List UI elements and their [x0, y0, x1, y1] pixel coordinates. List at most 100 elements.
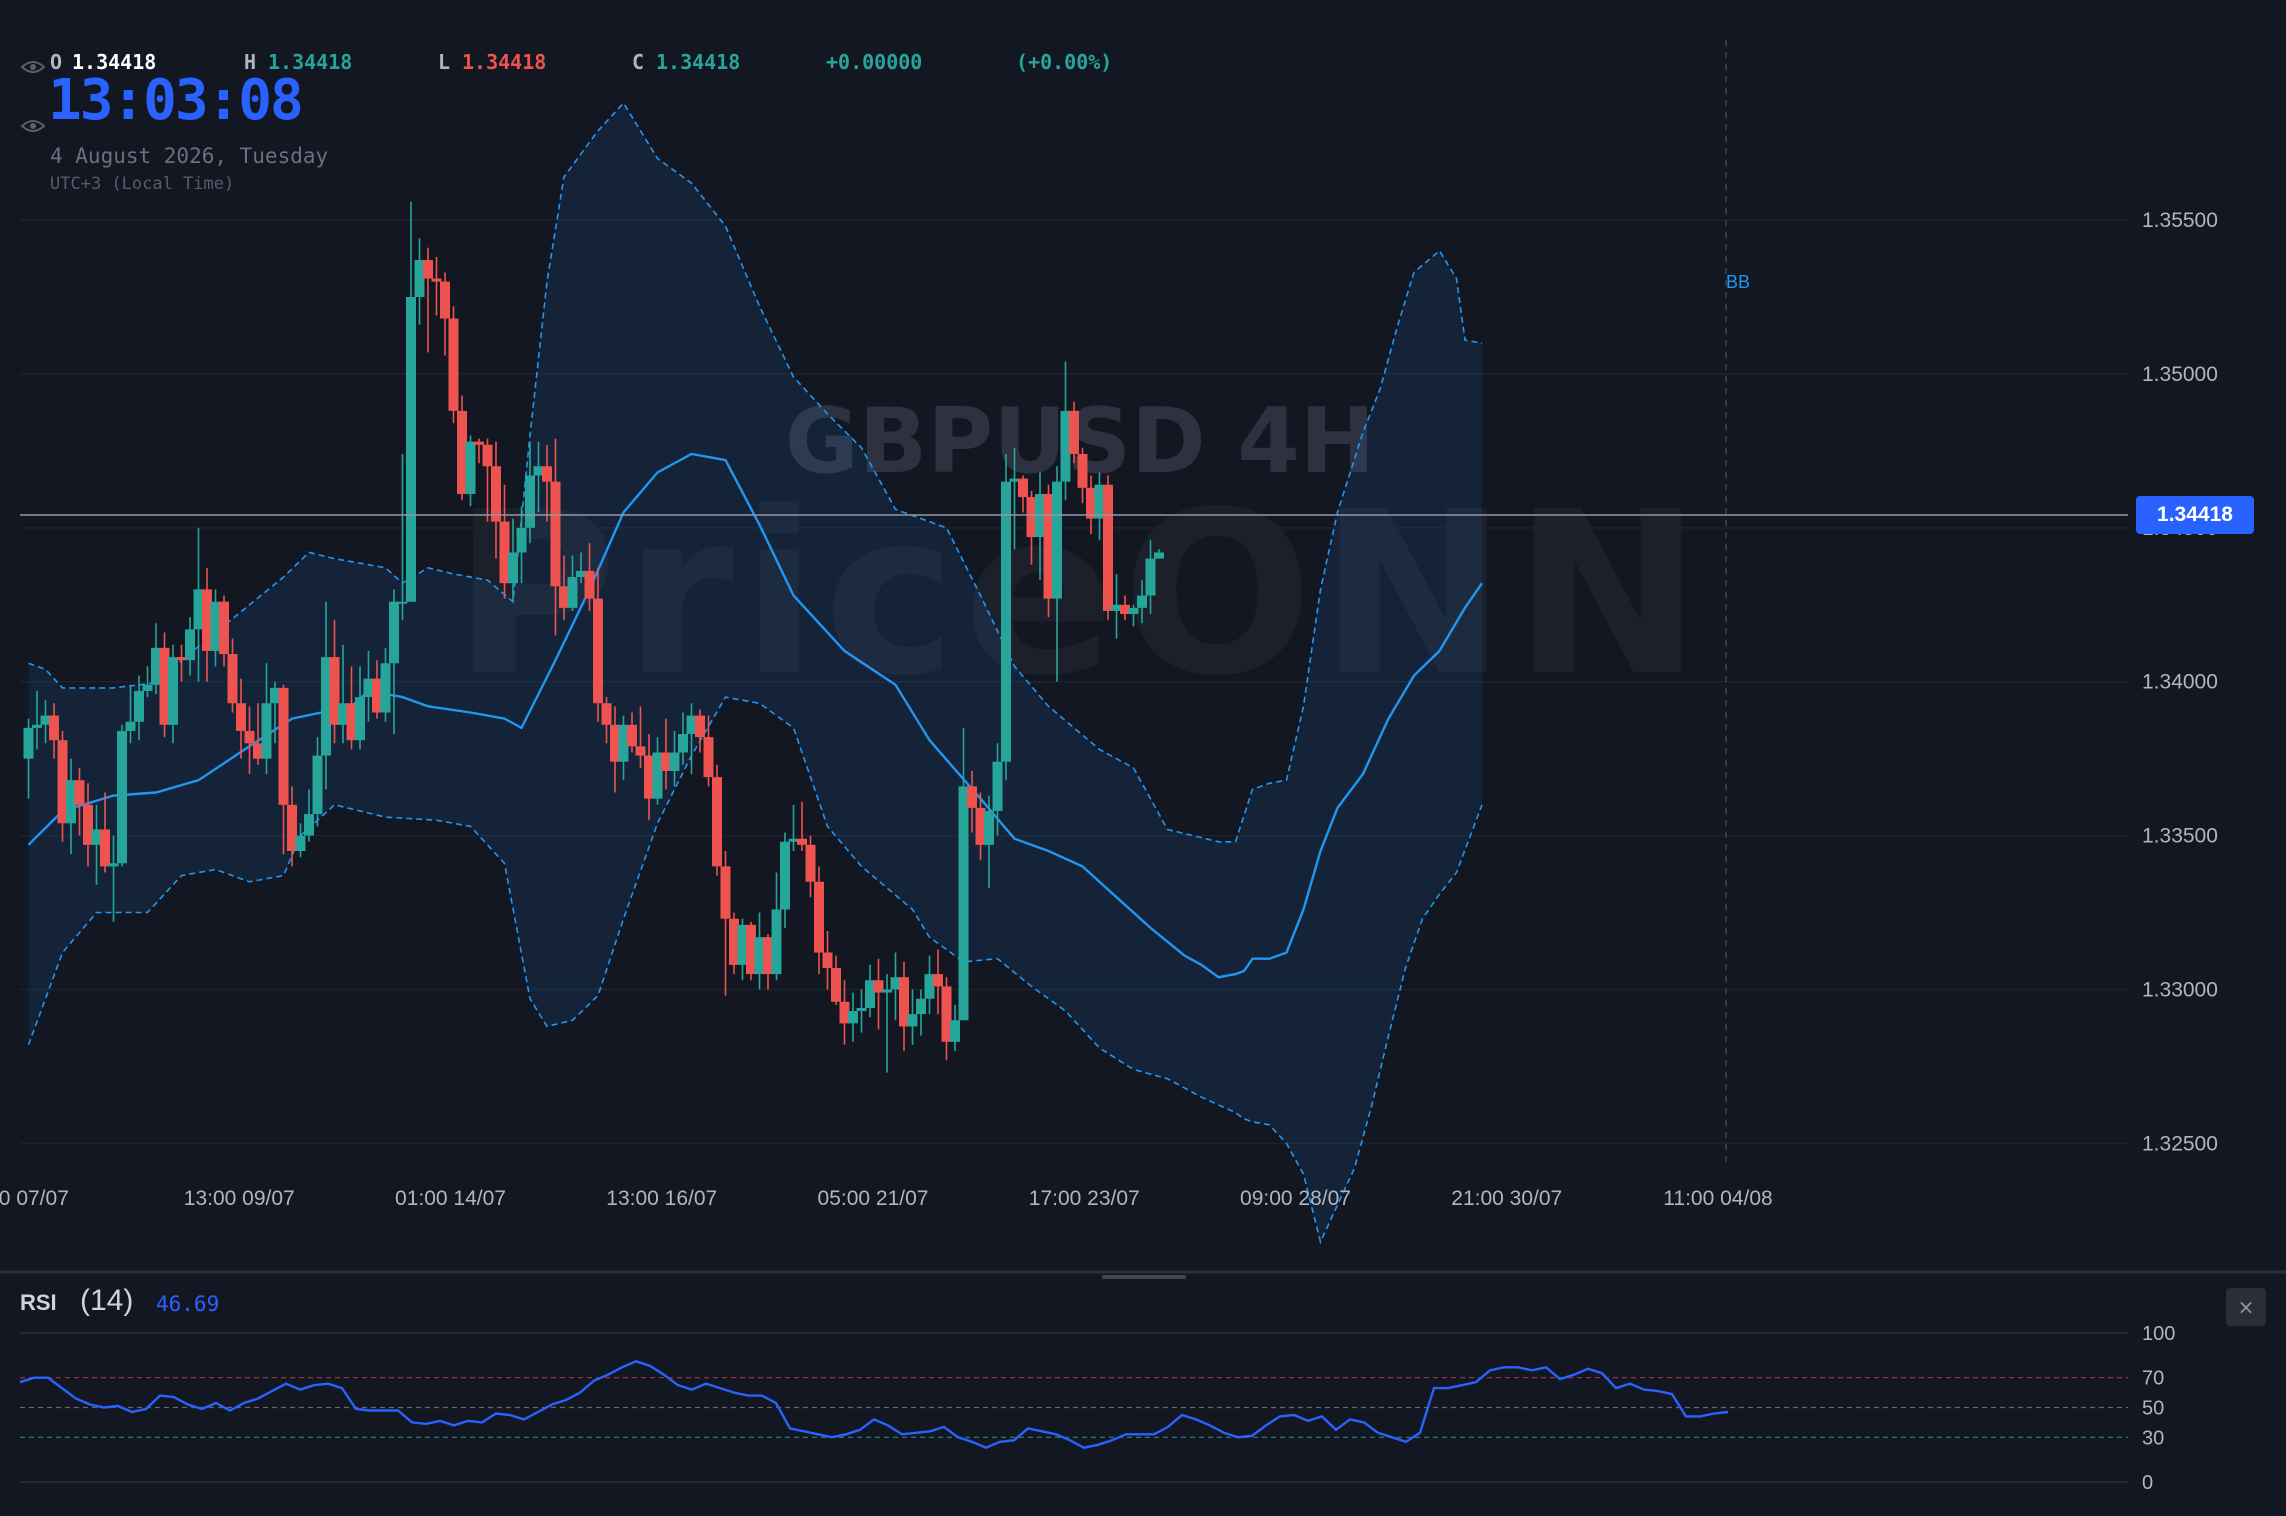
candle-body	[542, 466, 552, 482]
candle-body	[992, 761, 1003, 811]
candle-body	[465, 441, 476, 494]
candle-body	[1137, 595, 1147, 608]
candle-body	[720, 866, 731, 919]
candle-body	[448, 318, 459, 411]
candle-body	[295, 835, 306, 851]
candle-body	[227, 654, 238, 704]
candle-body	[117, 730, 127, 864]
chart-canvas: GBPUSD 4H PriceONN 1.325001.330001.33500…	[0, 40, 2286, 1494]
candle-body	[593, 598, 603, 704]
candle	[1001, 453, 1011, 781]
rsi-tick-label: 100	[2142, 1323, 2175, 1345]
candle-body	[32, 724, 42, 728]
candle-body	[856, 1007, 867, 1012]
candle-body	[168, 657, 178, 725]
candle	[797, 801, 807, 851]
time-tick-label: 00 07/07	[0, 1187, 69, 1210]
price-tick-label: 1.35000	[2142, 363, 2218, 386]
candle-body	[125, 721, 136, 731]
close-value: 1.34418	[656, 50, 741, 74]
candle-body	[491, 466, 501, 522]
candle	[117, 724, 127, 867]
change-value: +0.00000	[826, 50, 923, 74]
candle-body	[397, 601, 408, 604]
candle-body	[236, 703, 246, 731]
close-pane-button[interactable]: ×	[2226, 1288, 2266, 1326]
candle-body	[635, 746, 646, 756]
bb-indicator-label[interactable]: BB	[1726, 272, 1750, 293]
date-label: 4 August 2026, Tuesday	[50, 144, 329, 168]
candle-body	[780, 841, 790, 910]
candle-body	[244, 730, 255, 744]
candle-body	[1145, 558, 1156, 596]
rsi-tick-label: 30	[2142, 1427, 2164, 1449]
candle-body	[406, 296, 416, 602]
candle-body	[1103, 484, 1113, 611]
price-tick-label: 1.34000	[2142, 671, 2218, 694]
candle-body	[933, 974, 943, 987]
candle-body	[627, 724, 637, 747]
candle-body	[805, 844, 816, 882]
candle-body	[848, 1011, 858, 1024]
candle-body	[695, 715, 705, 738]
candle-body	[108, 863, 119, 867]
candle-body	[678, 734, 688, 753]
candle-body	[1154, 552, 1164, 559]
rsi-tick-label: 50	[2142, 1398, 2164, 1420]
candle-body	[958, 786, 969, 1021]
candle-body	[278, 687, 289, 805]
candle	[423, 247, 433, 353]
clock: 13:03:08	[48, 68, 304, 133]
current-price-tag: 1.34418	[2136, 496, 2254, 534]
candle-body	[423, 260, 433, 279]
rsi-pane: 100 70 50 30 0	[19, 1323, 2175, 1494]
rsi-period: (14)	[80, 1284, 134, 1317]
candle-body	[1052, 481, 1062, 599]
timezone-label: UTC+3 (Local Time)	[50, 174, 235, 194]
candle-body	[967, 786, 977, 808]
price-tick-label: 1.33000	[2142, 978, 2218, 1001]
candle	[848, 992, 858, 1042]
candle-body	[516, 527, 527, 553]
rsi-tick-label: 70	[2142, 1368, 2164, 1390]
candle	[899, 961, 909, 1052]
candle-body	[508, 552, 518, 584]
rsi-tick-label: 0	[2142, 1472, 2153, 1494]
candle-body	[550, 481, 561, 587]
time-tick-label: 11:00 04/08	[1663, 1187, 1772, 1210]
candle-body	[134, 690, 144, 722]
candle-body	[440, 281, 450, 319]
candle-body	[1128, 607, 1139, 614]
candle-body	[797, 838, 807, 845]
candle-body	[814, 881, 824, 953]
candle-body	[355, 697, 365, 741]
rsi-title[interactable]: RSI	[20, 1290, 57, 1316]
time-tick-label: 21:00 30/07	[1451, 1187, 1562, 1210]
candle	[941, 977, 952, 1061]
candle-body	[142, 684, 153, 691]
candle-body	[219, 601, 229, 655]
time-tick-label: 17:00 23/07	[1029, 1187, 1140, 1210]
candle-body	[74, 780, 85, 805]
candle-body	[1069, 410, 1079, 454]
candle-body	[669, 752, 680, 771]
time-tick-label: 09:00 28/07	[1240, 1187, 1351, 1210]
candle-body	[431, 278, 442, 282]
candle-body	[261, 703, 272, 759]
candle-body	[601, 703, 612, 725]
candle-body	[185, 629, 195, 661]
candle-body	[822, 952, 833, 968]
candle-body	[907, 1014, 918, 1027]
candle	[448, 306, 459, 424]
candle-body	[984, 810, 994, 845]
time-axis: 00 07/07 13:00 09/07 01:00 14/07 13:00 16/0…	[0, 1187, 1773, 1210]
time-tick-label: 13:00 16/07	[606, 1187, 717, 1210]
low-label: L	[438, 50, 451, 74]
candle-body	[49, 715, 59, 741]
time-tick-label: 05:00 21/07	[818, 1187, 929, 1210]
candle-body	[703, 737, 714, 778]
eye-icon[interactable]	[20, 59, 46, 75]
candle-body	[100, 829, 110, 867]
candle-body	[1018, 478, 1028, 498]
eye-icon[interactable]	[20, 118, 46, 134]
